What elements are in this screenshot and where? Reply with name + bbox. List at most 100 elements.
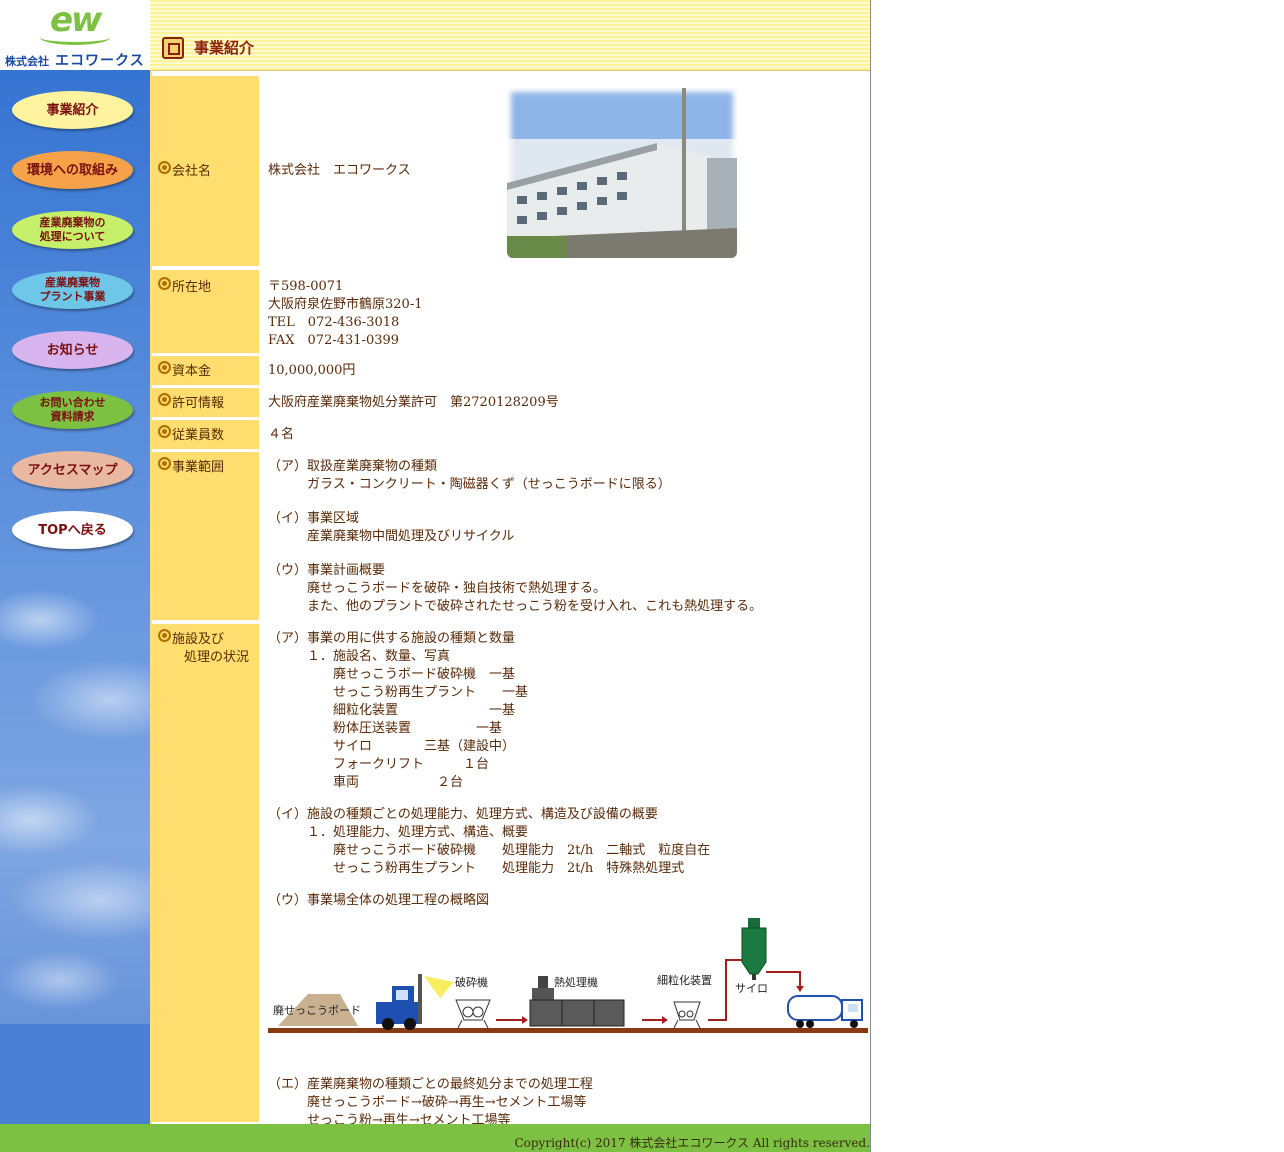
building-photo-illustration [507,88,737,258]
bullet-icon [158,425,171,438]
facility-a-sub: １．施設名、数量、写真 [307,649,451,664]
pipe-to-truck [766,971,801,986]
row-label-line2: 処理の状況 [184,650,250,665]
scope-c-body1: 廃せっこうボードを破砕・独自技術で熱処理する。 [307,581,607,596]
diagram-heater-label: 熱処理機 [554,975,598,989]
row-label: 資本金 [172,364,212,379]
nav-news-button[interactable]: お知らせ [12,331,133,369]
facility-c-title: （ウ）事業場全体の処理工程の概略図 [268,893,490,908]
diagram-ground [268,1028,868,1033]
row-label-cell: 事業範囲 [152,452,259,620]
facility-a-items: 廃せっこうボード破砕機 一基 せっこう粉再生プラント 一基 細粒化装置 一基 粉体圧送… [268,666,870,792]
page-title: 事業紹介 [194,39,255,57]
truck-icon [787,995,863,1028]
address-block: 〒598-0071 大阪府泉佐野市鶴原320-1 TEL 072-436-301… [268,278,422,350]
company-name: 株式会社 エコワークス [268,163,411,178]
phone-number: TEL 072-436-3018 [268,315,400,330]
row-employees: 従業員数 ４名 [152,420,868,449]
row-label: 事業範囲 [172,460,225,475]
facility-e-body1: 廃せっこうボード→破砕→再生→セメント工場等 [307,1095,587,1110]
street-address: 大阪府泉佐野市鶴原320-1 [268,297,423,312]
facility-a-item: せっこう粉再生プラント 一基 [333,685,529,700]
flow-arrow-head [522,1016,528,1024]
facility-b-sub: １．処理能力、処理方式、構造、概要 [307,825,529,840]
scope-b-body: 産業廃棄物中間処理及びリサイクル [307,529,515,544]
nav-environment-button[interactable]: 環境への取組み [12,151,133,189]
scope-a-body: ガラス・コンクリート・陶磁器くず（せっこうボードに限る） [307,477,671,492]
row-label-cell: 資本金 [152,356,259,385]
granulator-icon [673,1001,701,1029]
section-icon [162,37,184,59]
row-label: 施設及び [172,632,225,647]
copyright: Copyright(c) 2017 株式会社エコワークス All rights … [514,1136,870,1150]
scope-a-title: （ア）取扱産業廃棄物の種類 [268,459,438,474]
sidebar-lower-panel [0,1024,150,1124]
facility-a-item: 廃せっこうボード破砕機 一基 [333,667,516,682]
facility-b-item: 廃せっこうボード破砕機 処理能力 2t/h 二軸式 粒度自在 [333,843,711,858]
nav-contact-button[interactable]: お問い合わせ 資料請求 [12,391,133,429]
bullet-icon [158,161,171,174]
flow-arrow-head [662,1016,668,1024]
facility-a-item: 粉体圧送装置 一基 [333,721,503,736]
facility-a-item: 細粒化装置 一基 [333,703,516,718]
license-value: 大阪府産業廃棄物処分業許可 第2720128209号 [268,395,559,410]
row-label: 会社名 [172,164,212,179]
diagram-silo-label: サイロ [735,982,768,995]
row-license: 許可情報 大阪府産業廃棄物処分業許可 第2720128209号 [152,388,868,417]
page-header: 事業紹介 [150,0,870,71]
logo-company: 株式会社 エコワークス [5,53,145,69]
content-right-border [870,0,871,1152]
facility-a-title: （ア）事業の用に供する施設の種類と数量 [268,631,516,646]
bullet-icon [158,629,171,642]
row-label: 所在地 [172,280,212,295]
diagram-crusher-label: 破砕機 [455,975,488,989]
bullet-icon [158,393,171,406]
footer: Copyright(c) 2017 株式会社エコワークス All rights … [0,1124,870,1152]
pipe-arrow-head [796,986,804,992]
row-label-cell: 所在地 [152,270,259,353]
fax-number: FAX 072-431-0399 [268,333,400,348]
loader-icon [376,974,454,1030]
nav-business-button[interactable]: 事業紹介 [12,91,133,129]
facility-e-title: （エ）産業廃棄物の種類ごとの最終処分までの処理工程 [268,1077,593,1092]
bullet-icon [158,361,171,374]
nav-plant-business-button[interactable]: 産業廃棄物 プラント事業 [12,271,133,309]
facility-a-item: フォークリフト １台 [333,757,490,772]
row-address: 所在地 〒598-0071 大阪府泉佐野市鶴原320-1 TEL 072-436… [152,270,868,353]
capital-value: 10,000,000円 [268,363,356,378]
facility-a-item: サイロ 三基（建設中） [333,739,516,754]
silo-icon [741,918,767,980]
diagram-granulator-label: 細粒化装置 [657,973,712,987]
building-photo [507,88,737,258]
facility-b-items: 廃せっこうボード破砕機 処理能力 2t/h 二軸式 粒度自在 せっこう粉再生プラン… [268,842,870,878]
diagram-board-label: 廃せっこうボード [273,1003,361,1017]
row-label-cell: 許可情報 [152,388,259,417]
facility-content: （ア）事業の用に供する施設の種類と数量 １．施設名、数量、写真 廃せっこうボード… [268,630,870,1130]
nav-top-button[interactable]: TOPへ戻る [12,511,133,549]
row-facility: 施設及び 処理の状況 （ア）事業の用に供する施設の種類と数量 １．施設名、数量、… [152,624,868,1128]
process-diagram: 廃せっこうボード 破砕機 熱処理機 細粒化装置 サイロ [268,918,868,1033]
row-label: 許可情報 [172,396,225,411]
facility-a-item: 車両 ２台 [333,775,464,790]
crusher-icon [455,999,491,1029]
logo[interactable]: ew 株式会社 エコワークス [0,0,150,70]
nav-waste-processing-button[interactable]: 産業廃棄物の 処理について [12,211,133,249]
scope-c-body2: また、他のプラントで破砕されたせっこう粉を受け入れ、これも熱処理する。 [307,599,763,614]
scope-c-title: （ウ）事業計画概要 [268,563,386,578]
bullet-icon [158,277,171,290]
scope-b-title: （イ）事業区域 [268,511,360,526]
postal-code: 〒598-0071 [268,279,344,294]
facility-b-item: せっこう粉再生プラント 処理能力 2t/h 特殊熱処理式 [333,861,685,876]
facility-b-title: （イ）施設の種類ごとの処理能力、処理方式、構造及び設備の概要 [268,807,658,822]
row-scope: 事業範囲 （ア）取扱産業廃棄物の種類 ガラス・コンクリート・陶磁器くず（せっこう… [152,452,868,620]
logo-swoosh-icon [40,30,110,45]
bullet-icon [158,457,171,470]
scope-content: （ア）取扱産業廃棄物の種類 ガラス・コンクリート・陶磁器くず（せっこうボードに限… [268,458,762,616]
row-label-cell: 施設及び 処理の状況 [152,624,259,1122]
row-company: 会社名 株式会社 エコワークス [152,76,868,266]
row-capital: 資本金 10,000,000円 [152,356,868,385]
employees-value: ４名 [268,427,295,442]
nav-access-map-button[interactable]: アクセスマップ [12,451,133,489]
row-label: 従業員数 [172,428,225,443]
row-label-cell: 従業員数 [152,420,259,449]
